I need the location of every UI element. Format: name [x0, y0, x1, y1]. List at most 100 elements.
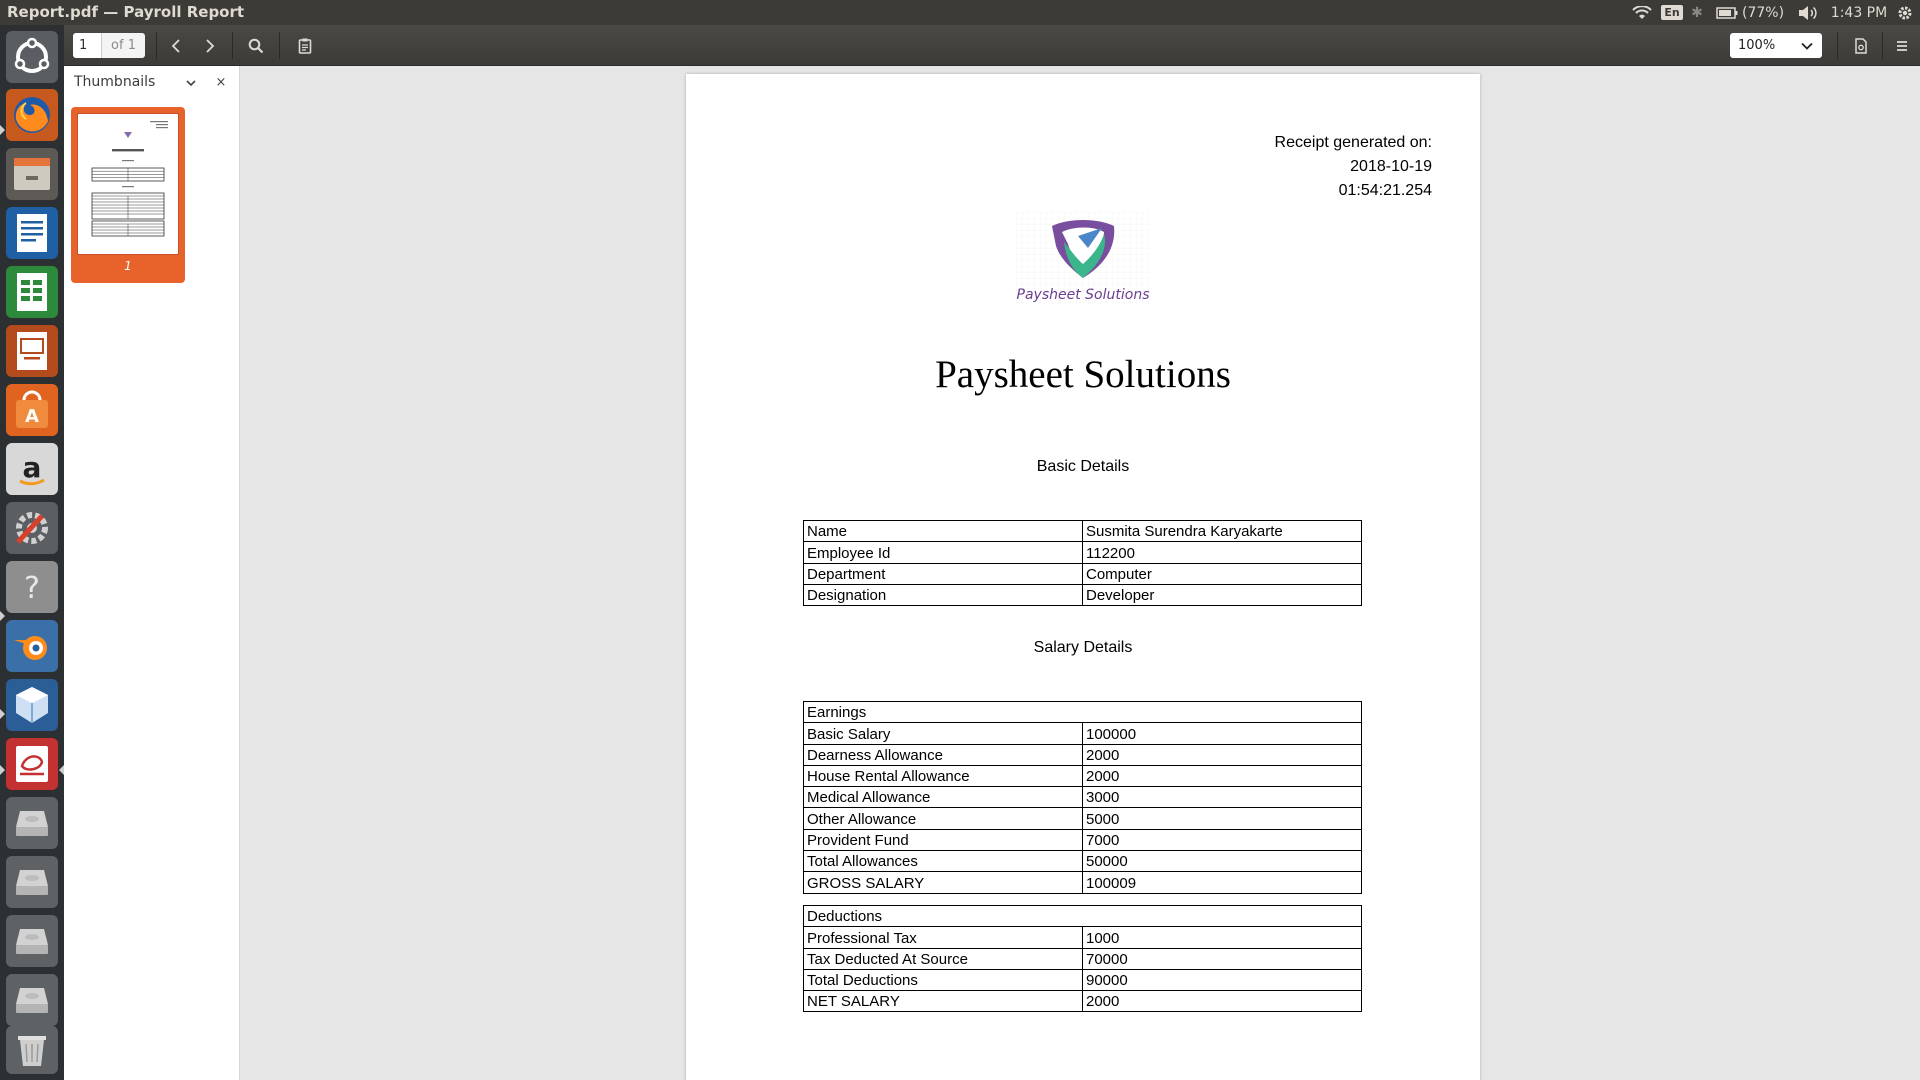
viewer-toolbar: of 1 100%	[64, 25, 1920, 66]
thumbnail-image	[77, 113, 179, 255]
drive-icon[interactable]	[6, 856, 58, 908]
blender-icon[interactable]	[6, 620, 58, 672]
bluetooth-icon[interactable]: ✱	[1688, 0, 1706, 25]
zoom-select[interactable]: 100%	[1730, 33, 1822, 58]
amazon-icon[interactable]: a	[6, 443, 58, 495]
help-icon[interactable]: ?	[6, 561, 58, 613]
annotations-button[interactable]	[290, 31, 320, 61]
row-value: 100000	[1082, 722, 1362, 745]
find-button[interactable]	[241, 31, 271, 61]
row-label: Total Allowances	[803, 850, 1083, 873]
libreoffice-impress-icon[interactable]	[6, 325, 58, 377]
thumbnail-page-1[interactable]: 1	[71, 107, 185, 283]
running-indicator	[0, 611, 5, 621]
receipt-label: Receipt generated on:	[1274, 134, 1432, 151]
row-value: Developer	[1082, 583, 1362, 607]
previous-page-button[interactable]	[162, 31, 192, 61]
row-label: Tax Deducted At Source	[803, 947, 1083, 970]
basic-details-heading: Basic Details	[1036, 458, 1130, 475]
sidebar-mode-dropdown[interactable]	[182, 74, 200, 92]
table-row: Employee Id 112200	[803, 541, 1362, 564]
thumbnail-page-number: 1	[124, 259, 132, 273]
row-label: Professional Tax	[803, 926, 1083, 949]
row-value: 2000	[1082, 764, 1362, 788]
document-viewport[interactable]: Receipt generated on: 2018-10-19 01:54:2…	[240, 66, 1920, 1080]
svg-text:?: ?	[24, 571, 40, 606]
row-value: 7000	[1082, 828, 1362, 852]
firefox-icon[interactable]	[6, 89, 58, 141]
table-row: Deductions	[803, 904, 1362, 928]
row-label: NET SALARY	[803, 990, 1083, 1013]
row-label: Other Allowance	[803, 807, 1083, 830]
row-value: 5000	[1082, 807, 1362, 830]
table-row: Total Deductions 90000	[803, 968, 1362, 992]
row-label: Provident Fund	[803, 828, 1083, 852]
toolbar-separator	[1882, 32, 1883, 59]
page-number-input[interactable]	[73, 33, 101, 58]
next-page-button[interactable]	[194, 31, 224, 61]
row-label: Name	[803, 519, 1083, 543]
page-navigator: of 1	[73, 33, 145, 58]
drive-icon[interactable]	[6, 915, 58, 967]
libreoffice-writer-icon[interactable]	[6, 207, 58, 259]
chevron-right-icon	[206, 39, 215, 53]
top-panel: Report.pdf — Payroll Report En ✱ (77%) 1…	[0, 0, 1920, 25]
menu-button[interactable]	[1887, 31, 1917, 61]
deductions-table: Deductions Professional Tax 1000 Tax Deduc…	[803, 904, 1362, 1013]
table-row: Department Computer	[803, 562, 1362, 585]
row-value: 112200	[1082, 541, 1362, 564]
row-value: 50000	[1082, 850, 1362, 873]
sidebar-title: Thumbnails	[74, 74, 156, 90]
toolbar-separator	[1837, 32, 1838, 59]
ubuntu-software-icon[interactable]: A	[6, 384, 58, 436]
wifi-icon[interactable]	[1630, 0, 1654, 25]
row-value: 2000	[1082, 743, 1362, 766]
document-viewer-icon[interactable]	[6, 738, 58, 790]
svg-text:A: A	[25, 406, 39, 427]
libreoffice-calc-icon[interactable]	[6, 266, 58, 318]
row-value: 3000	[1082, 786, 1362, 809]
table-row: Dearness Allowance 2000	[803, 743, 1362, 766]
row-label: Department	[803, 562, 1083, 585]
table-row: Designation Developer	[803, 583, 1362, 607]
row-label: Designation	[803, 583, 1083, 607]
toolbar-separator	[279, 32, 280, 59]
thumbnails-sidebar: Thumbnails × 1	[64, 66, 240, 1080]
running-indicator	[0, 125, 5, 135]
search-icon	[248, 38, 264, 54]
system-settings-icon[interactable]	[6, 502, 58, 554]
battery-indicator[interactable]: (77%)	[1716, 0, 1792, 25]
sidebar-close-button[interactable]: ×	[212, 73, 230, 91]
battery-icon	[1716, 6, 1738, 19]
document-properties-button[interactable]	[1846, 31, 1876, 61]
sidebar-header: Thumbnails ×	[64, 66, 240, 98]
files-icon[interactable]	[6, 148, 58, 200]
chevron-left-icon	[171, 39, 180, 53]
receipt-time: 01:54:21.254	[1338, 182, 1432, 199]
toolbar-separator	[232, 32, 233, 59]
row-label: Employee Id	[803, 541, 1083, 564]
table-row: Other Allowance 5000	[803, 807, 1362, 830]
chevron-down-icon	[1801, 42, 1813, 50]
earnings-heading: Earnings	[803, 700, 1362, 724]
drive-icon[interactable]	[6, 974, 58, 1026]
gear-icon[interactable]	[1893, 0, 1917, 25]
row-label: House Rental Allowance	[803, 764, 1083, 788]
earnings-table: Earnings Basic Salary 100000 Dearness Allo…	[803, 700, 1362, 894]
table-row: Earnings	[803, 700, 1362, 724]
table-row: Total Allowances 50000	[803, 850, 1362, 873]
pdf-page: Receipt generated on: 2018-10-19 01:54:2…	[686, 74, 1480, 1080]
running-indicator	[0, 765, 5, 775]
table-row: Basic Salary 100000	[803, 722, 1362, 745]
clock[interactable]: 1:43 PM	[1829, 0, 1889, 25]
trash-icon[interactable]	[6, 1026, 58, 1074]
row-label: GROSS SALARY	[803, 871, 1083, 894]
virtualbox-icon[interactable]	[6, 679, 58, 731]
drive-icon[interactable]	[6, 797, 58, 849]
volume-icon[interactable]	[1795, 0, 1821, 25]
ubuntu-dash-icon[interactable]	[6, 31, 58, 83]
keyboard-language-indicator[interactable]: En	[1661, 0, 1683, 25]
battery-percent: (77%)	[1742, 4, 1785, 21]
logo-caption: Paysheet Solutions	[1016, 287, 1150, 303]
table-row: Name Susmita Surendra Karyakarte	[803, 519, 1362, 543]
